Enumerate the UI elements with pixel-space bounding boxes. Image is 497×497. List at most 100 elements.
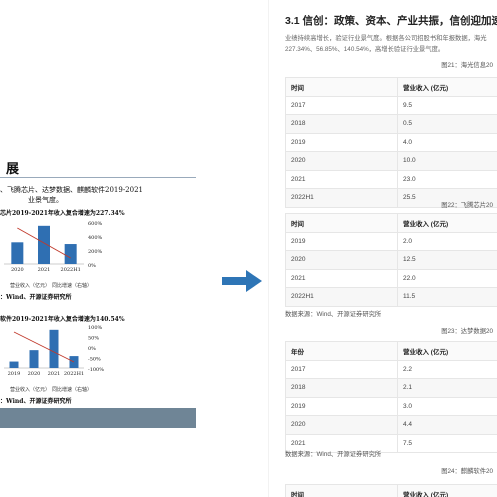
header-cell: 年份 (285, 341, 398, 361)
table-row: 2021 22.0 (285, 268, 497, 288)
figure-1-x-tick-label: 2022H1 (61, 267, 81, 273)
cell: 2.0 (397, 231, 497, 251)
figure-2-bar (49, 329, 59, 368)
table-row: 2021 23.0 (285, 169, 497, 189)
cell: 3.0 (397, 396, 497, 416)
figure-2-source: ：Wind、开源证券研究所 (0, 398, 72, 405)
footer-band (0, 408, 196, 428)
cell: 2.2 (397, 359, 497, 379)
cell: 4.4 (397, 415, 497, 435)
figure-2-y2-tick-label: -100% (88, 367, 104, 373)
table-row: 2020 10.0 (285, 151, 497, 171)
cell: 2022H1 (285, 188, 398, 208)
cell: 2017 (285, 95, 398, 115)
cell: 2020 (285, 151, 398, 171)
cell: 11.5 (397, 287, 497, 307)
table-header-row: 年份 营业收入 (亿元) (285, 341, 497, 361)
table-header-row: 时间 营业收入 (亿元) (285, 213, 497, 233)
figure-2-growth-line (13, 331, 75, 363)
figure-2-bar (29, 350, 39, 368)
figure-2-bar (9, 361, 19, 368)
figure-24-label: 图24：麒麟软件20 (441, 468, 493, 475)
report-page-scan: 展 、飞腾芯片、达梦数据、麒麟软件2019-2021 业景气度。 芯片2019-… (0, 136, 196, 436)
table-row: 2019 3.0 (285, 396, 497, 416)
header-cell: 营业收入 (亿元) (397, 77, 497, 97)
figure-2-y2-tick-label: 100% (88, 325, 103, 331)
cell: 23.0 (397, 169, 497, 189)
table-row: 2017 2.2 (285, 359, 497, 379)
header-cell: 营业收入 (亿元) (397, 484, 497, 497)
figure-1-x-tick-label: 2021 (38, 267, 51, 273)
figure-1-legend-bar: 营业收入（亿元） (10, 283, 51, 289)
table-row: 2020 4.4 (285, 415, 497, 435)
figure-1-legend-line: 同比增速（右轴） (52, 283, 93, 289)
figure-1-caption: 芯片2019-2021年收入复合增速为227.34% (0, 210, 125, 217)
cell: 10.0 (397, 151, 497, 171)
table-header-row: 时间 营业收入 (亿元) (285, 77, 497, 97)
cell: 2022H1 (285, 287, 398, 307)
section-title: 3.1 信创：政策、资本、产业共振，信创迎加速发 (285, 15, 497, 27)
cell: 2020 (285, 250, 398, 270)
section-heading: 展 (6, 162, 21, 177)
cell: 2021 (285, 169, 398, 189)
figure-22-label: 图22：飞腾芯片20 (441, 202, 493, 209)
paragraph-line-1: 业绩持续高增长，验证行业景气度。根据各公司招股书和年报数据，海光 (285, 35, 487, 42)
cell: 0.5 (397, 114, 497, 134)
header-cell: 营业收入 (亿元) (397, 213, 497, 233)
intro-line-2: 业景气度。 (28, 196, 63, 204)
cell: 9.5 (397, 95, 497, 115)
figure-2-y2-tick-label: 0% (88, 346, 96, 352)
cell: 4.0 (397, 132, 497, 152)
heading-rule (0, 177, 196, 178)
cell: 2019 (285, 231, 398, 251)
figure-2-x-tick-label: 2021 (48, 371, 61, 377)
cell: 2018 (285, 114, 398, 134)
figure-2-x-tick-label: 2022H1 (64, 371, 84, 377)
cell: 2020 (285, 415, 398, 435)
web-article-page: 3.1 信创：政策、资本、产业共振，信创迎加速发 业绩持续高增长，验证行业景气度… (268, 0, 497, 497)
table-row: 2018 2.1 (285, 378, 497, 398)
figure-1-bar (64, 244, 77, 264)
cell: 7.5 (397, 433, 497, 453)
right-arrow-icon (222, 270, 262, 292)
figure-1-source: ：Wind、开源证券研究所 (0, 294, 72, 301)
figure-2-chart: 2019 2020 2021 2022H1 100% 50% 0% -50% -100% (4, 325, 104, 377)
figure-23-label: 图23：达梦数据20 (441, 328, 493, 335)
figure-1-y2-tick-label: 400% (88, 235, 103, 241)
intro-line-1: 、飞腾芯片、达梦数据、麒麟软件2019-2021 (0, 186, 143, 194)
figure-2-bar (69, 356, 79, 368)
table-23-source: 数据来源：Wind、开源证券研究所 (285, 451, 382, 458)
figure-2-legend-bar: 营业收入（亿元） (10, 387, 51, 393)
paragraph-line-2: 227.34%、56.85%、140.54%，高增长验证行业景气度。 (285, 46, 445, 53)
figure-2-legend-line: 同比增速（右轴） (52, 387, 93, 393)
figure-1-y2-tick-label: 0% (88, 263, 96, 269)
header-cell: 时间 (285, 213, 398, 233)
table-hygon-revenue: 时间 营业收入 (亿元) 2017 9.5 2018 0.5 2019 4.0 202… (285, 77, 497, 208)
figure-1-chart: 2020 2021 2022H1 600% 400% 200% 0% (4, 221, 103, 273)
figure-21-label: 图21：海光信息20 (441, 62, 493, 69)
cell: 2018 (285, 378, 398, 398)
cell: 22.0 (397, 268, 497, 288)
table-row: 2022H1 11.5 (285, 287, 497, 307)
cell: 2019 (285, 396, 398, 416)
figure-1-y2-tick-label: 200% (88, 249, 103, 255)
figure-1-bar (11, 242, 24, 264)
cell: 2017 (285, 359, 398, 379)
figure-1-y2-tick-label: 600% (88, 221, 103, 227)
figure-2-y2-tick-label: -50% (88, 357, 101, 363)
table-dameng-revenue: 年份 营业收入 (亿元) 2017 2.2 2018 2.1 2019 3.0 202… (285, 341, 497, 453)
figure-2-x-tick-label: 2020 (28, 371, 41, 377)
table-row: 2018 0.5 (285, 114, 497, 134)
cell: 12.5 (397, 250, 497, 270)
header-cell: 时间 (285, 77, 398, 97)
figure-1-x-tick-label: 2020 (11, 267, 24, 273)
table-row: 2019 4.0 (285, 132, 497, 152)
header-cell: 营业收入 (亿元) (397, 341, 497, 361)
table-header-row: 时间 营业收入 (亿元) (285, 484, 497, 497)
table-kylin-revenue: 时间 营业收入 (亿元) (285, 484, 497, 497)
cell: 2.1 (397, 378, 497, 398)
cell: 2021 (285, 268, 398, 288)
table-row: 2017 9.5 (285, 95, 497, 115)
table-22-source: 数据来源：Wind、开源证券研究所 (285, 311, 382, 318)
table-row: 2019 2.0 (285, 231, 497, 251)
